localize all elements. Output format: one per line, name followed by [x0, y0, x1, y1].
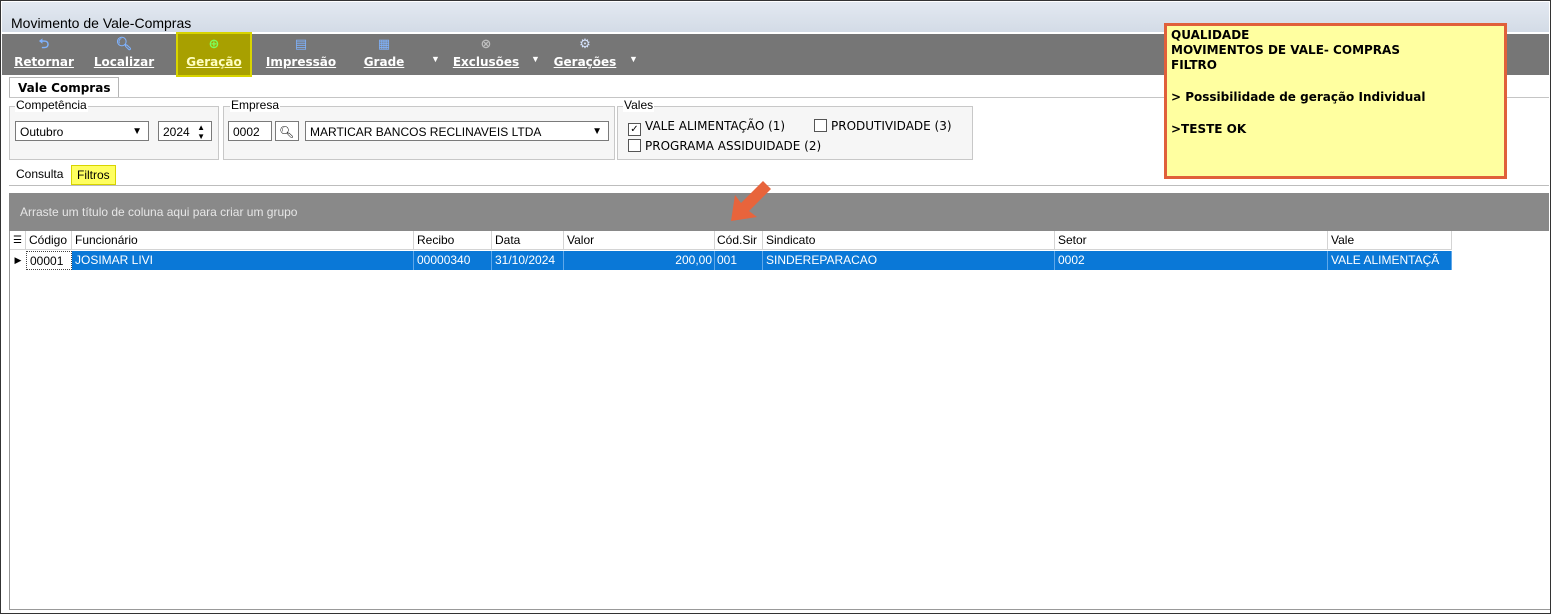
group-hint-text: Arraste um título de coluna aqui para cr…: [20, 205, 298, 219]
tab-consulta[interactable]: Consulta: [11, 164, 68, 184]
competencia-label: Competência: [15, 98, 88, 112]
tab-filtros[interactable]: Filtros: [71, 165, 116, 185]
search-icon: 🔍︎: [115, 37, 133, 52]
note-line: [1171, 73, 1500, 90]
column-header-vale[interactable]: Vale: [1328, 231, 1452, 250]
localizar-button[interactable]: 🔍︎ Localizar: [86, 34, 162, 75]
note-line: QUALIDADE: [1171, 28, 1250, 42]
column-header-cod-sir[interactable]: Cód.Sir: [715, 231, 763, 250]
exclusoes-dropdown-arrow[interactable]: ▼: [531, 54, 540, 64]
data-grid: ☰ Código Funcionário Recibo Data Valor C…: [9, 231, 1550, 610]
delete-icon: ⊗: [480, 37, 492, 52]
column-header-valor[interactable]: Valor: [564, 231, 715, 250]
search-icon: 🔍︎: [279, 125, 295, 139]
grade-dropdown-arrow[interactable]: ▼: [431, 54, 440, 64]
cell-cod-sir[interactable]: 001: [715, 251, 763, 270]
subtab-divider: [9, 185, 1549, 186]
programa-assiduidade-checkbox[interactable]: PROGRAMA ASSIDUIDADE (2): [628, 139, 821, 153]
annotation-note: QUALIDADE MOVIMENTOS DE VALE- COMPRAS FI…: [1164, 23, 1507, 179]
vales-label: Vales: [623, 98, 655, 112]
back-arrow-icon: ⮌: [38, 37, 50, 52]
column-header-data[interactable]: Data: [492, 231, 564, 250]
cell-data[interactable]: 31/10/2024: [492, 251, 564, 270]
grade-button[interactable]: ▦ Grade: [360, 34, 408, 75]
cell-codigo[interactable]: 00001: [26, 251, 72, 270]
note-line: >TESTE OK: [1171, 122, 1247, 136]
column-header-recibo[interactable]: Recibo: [414, 231, 492, 250]
note-line: FILTRO: [1171, 58, 1217, 72]
note-line: > Possibilidade de geração Individual: [1171, 90, 1426, 104]
chevron-down-icon: ▼: [132, 126, 142, 137]
gear-icon: ⚙: [579, 37, 591, 52]
spinner-icon: ▲ ▼: [197, 123, 205, 141]
produtividade-checkbox[interactable]: PRODUTIVIDADE (3): [814, 119, 952, 133]
note-line: [1171, 105, 1500, 122]
month-select[interactable]: Outubro ▼: [15, 121, 149, 141]
cell-setor[interactable]: 0002: [1055, 251, 1328, 270]
geracao-button[interactable]: ⊕ Geração: [176, 32, 252, 77]
cell-sindicato[interactable]: SINDEREPARACAO: [763, 251, 1055, 270]
empresa-search-button[interactable]: 🔍︎: [275, 121, 299, 141]
grid-icon: ▦: [377, 37, 391, 52]
note-line: MOVIMENTOS DE VALE- COMPRAS: [1171, 43, 1400, 57]
exclusoes-button[interactable]: ⊗ Exclusões: [449, 34, 523, 75]
year-spinner[interactable]: 2024 ▲ ▼: [158, 121, 212, 141]
column-header-funcionario[interactable]: Funcionário: [72, 231, 414, 250]
annotation-arrow-icon: [731, 181, 771, 221]
main-window: Movimento de Vale-Compras ⮌ Retornar 🔍︎ …: [0, 0, 1551, 614]
vale-alimentacao-checkbox[interactable]: ✓ VALE ALIMENTAÇÃO (1): [628, 119, 785, 136]
table-row[interactable]: ▶ 00001 JOSIMAR LIVI 00000340 31/10/2024…: [10, 251, 1455, 270]
column-header-codigo[interactable]: Código: [26, 231, 72, 250]
chevron-down-icon: ▼: [592, 126, 602, 137]
column-header-setor[interactable]: Setor: [1055, 231, 1328, 250]
cell-funcionario[interactable]: JOSIMAR LIVI: [72, 251, 414, 270]
geracoes-button[interactable]: ⚙ Gerações: [549, 34, 621, 75]
window-title: Movimento de Vale-Compras: [11, 15, 192, 31]
empresa-code-input[interactable]: 0002: [228, 121, 272, 141]
cell-vale[interactable]: VALE ALIMENTAÇÃ: [1328, 251, 1452, 270]
retornar-button[interactable]: ⮌ Retornar: [14, 34, 74, 75]
cell-valor[interactable]: 200,00: [564, 251, 715, 270]
empresa-select[interactable]: MARTICAR BANCOS RECLINAVEIS LTDA ▼: [305, 121, 609, 141]
empresa-label: Empresa: [230, 98, 281, 112]
group-by-panel[interactable]: Arraste um título de coluna aqui para cr…: [9, 193, 1549, 231]
print-icon: ▤: [294, 37, 308, 52]
geracoes-dropdown-arrow[interactable]: ▼: [629, 54, 638, 64]
column-chooser-icon[interactable]: ☰: [10, 231, 26, 250]
cell-recibo[interactable]: 00000340: [414, 251, 492, 270]
add-icon: ⊕: [208, 37, 220, 52]
impressao-button[interactable]: ▤ Impressão: [263, 34, 339, 75]
checkmark-icon: ✓: [628, 123, 641, 136]
tab-vale-compras[interactable]: Vale Compras: [9, 77, 120, 98]
column-header-sindicato[interactable]: Sindicato: [763, 231, 1055, 250]
row-indicator-icon: ▶: [14, 255, 22, 265]
